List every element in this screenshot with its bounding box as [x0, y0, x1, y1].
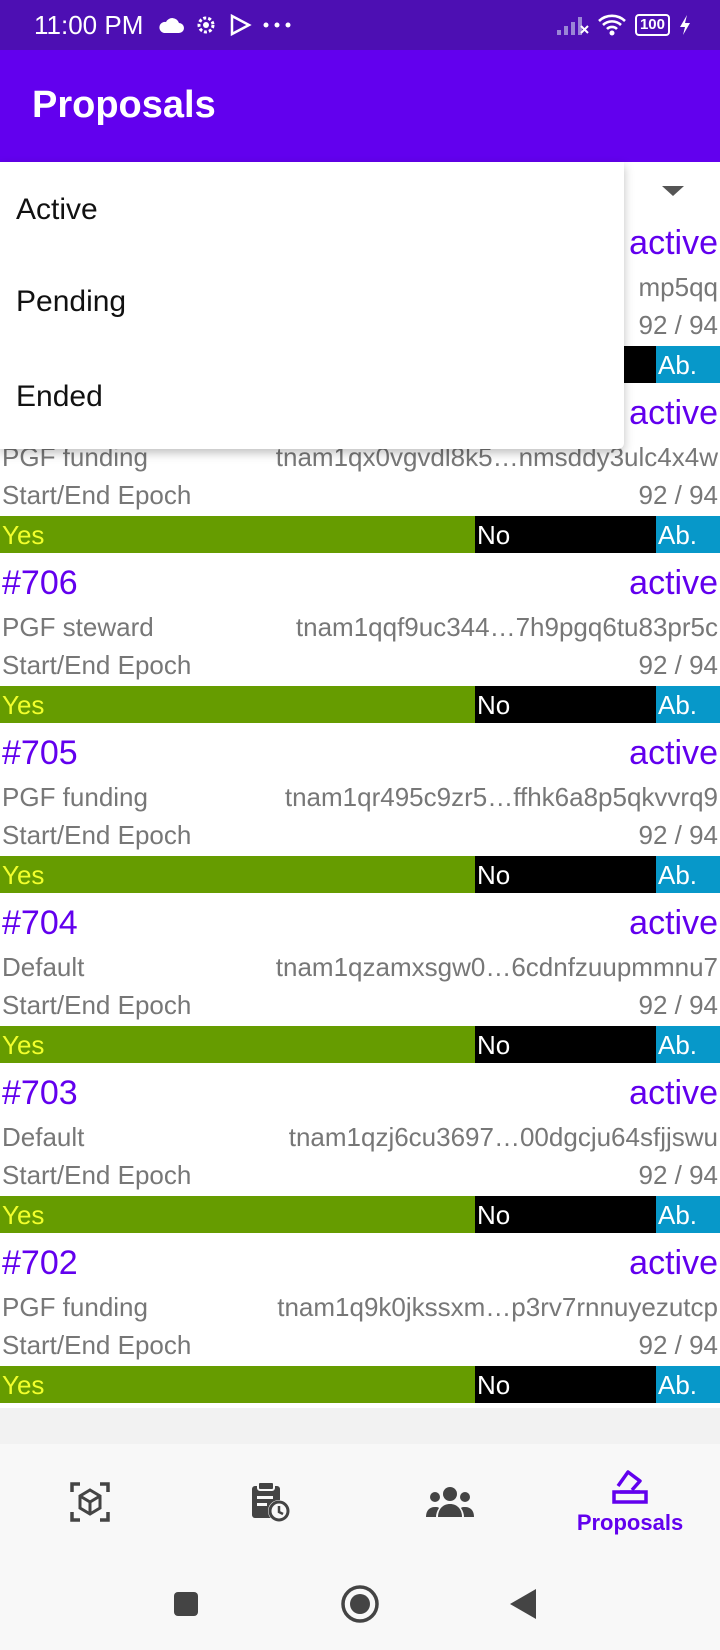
- proposal-id: #702: [2, 1244, 78, 1282]
- nav-item-epochs[interactable]: [180, 1444, 360, 1560]
- proposal-type: Default: [2, 952, 85, 982]
- proposal-status: active: [629, 734, 718, 772]
- menu-item-active[interactable]: Active: [0, 162, 624, 254]
- charging-icon: [680, 15, 690, 35]
- vote-bar: Yes No Ab.: [0, 1366, 720, 1403]
- proposal-author: tnam1qr495c9zr5…ffhk6a8p5qkvvrq9: [284, 782, 718, 812]
- proposal-status: active: [629, 1244, 718, 1282]
- settings-icon: [197, 16, 215, 34]
- epoch-label: Start/End Epoch: [2, 1330, 192, 1360]
- cube-scan-icon: [70, 1482, 110, 1522]
- abstain-segment: Ab.: [656, 346, 720, 383]
- epoch-label: Start/End Epoch: [2, 480, 192, 510]
- proposal-epoch: 92 / 94: [638, 990, 718, 1020]
- abstain-segment: Ab.: [656, 856, 720, 893]
- vote-bar: Yes No Ab.: [0, 1196, 720, 1233]
- no-segment: No: [475, 516, 656, 553]
- abstain-segment: Ab.: [656, 516, 720, 553]
- wifi-icon: [598, 14, 626, 36]
- proposal-card[interactable]: #703 active Default tnam1qzj6cu3697…00dg…: [0, 1068, 720, 1238]
- bottom-nav: Proposals: [0, 1444, 720, 1560]
- abstain-segment: Ab.: [656, 686, 720, 723]
- vote-bar: Yes No Ab.: [0, 686, 720, 723]
- yes-segment: Yes: [0, 1366, 475, 1403]
- proposal-type: PGF funding: [2, 782, 148, 812]
- proposal-id: #703: [2, 1074, 78, 1112]
- proposal-epoch: 92 / 94: [638, 1330, 718, 1360]
- proposal-epoch: 92 / 94: [638, 1160, 718, 1190]
- system-nav-bar: [0, 1560, 720, 1650]
- proposal-status: active: [629, 1074, 718, 1112]
- people-icon: [426, 1487, 474, 1517]
- vote-bar: Yes No Ab.: [0, 516, 720, 553]
- menu-item-ended[interactable]: Ended: [0, 349, 624, 444]
- more-icon: [263, 22, 291, 28]
- back-button[interactable]: [508, 1587, 538, 1621]
- proposal-type: PGF steward: [2, 612, 154, 642]
- battery-icon: 100: [634, 14, 670, 36]
- nav-item-validators[interactable]: [360, 1444, 540, 1560]
- filter-dropdown-menu: Active Pending Ended: [0, 162, 624, 449]
- yes-segment: Yes: [0, 1026, 475, 1063]
- abstain-segment: Ab.: [656, 1026, 720, 1063]
- proposal-card[interactable]: #705 active PGF funding tnam1qr495c9zr5……: [0, 728, 720, 898]
- nav-label-proposals: Proposals: [576, 1510, 684, 1535]
- no-segment: No: [475, 856, 656, 893]
- epoch-label: Start/End Epoch: [2, 820, 192, 850]
- proposal-card[interactable]: #702 active PGF funding tnam1q9k0jkssxm……: [0, 1238, 720, 1408]
- dropdown-arrow-icon[interactable]: [662, 186, 684, 196]
- proposal-id: #704: [2, 904, 78, 942]
- nav-item-blocks[interactable]: [0, 1444, 180, 1560]
- status-bar: 11:00 PM 100: [0, 0, 720, 50]
- nav-item-proposals[interactable]: Proposals: [540, 1444, 720, 1560]
- proposal-epoch: 92 / 94: [638, 820, 718, 850]
- proposal-card[interactable]: #706 active PGF steward tnam1qqf9uc344…7…: [0, 558, 720, 728]
- proposal-type: PGF funding: [2, 1292, 148, 1322]
- proposal-author: tnam1qzj6cu3697…00dgcju64sfjjswu: [288, 1122, 718, 1152]
- yes-segment: Yes: [0, 516, 475, 553]
- proposal-epoch: 92 / 94: [638, 310, 718, 340]
- epoch-label: Start/End Epoch: [2, 990, 192, 1020]
- app-bar: Proposals: [0, 50, 720, 162]
- vote-bar: Yes No Ab.: [0, 1026, 720, 1063]
- ballot-box-icon: [612, 1470, 648, 1504]
- status-time: 11:00 PM: [34, 10, 144, 40]
- proposal-author: mp5qq: [638, 272, 719, 302]
- no-segment: No: [475, 1026, 656, 1063]
- page-title: Proposals: [32, 84, 216, 126]
- menu-item-pending[interactable]: Pending: [0, 254, 624, 349]
- epoch-label: Start/End Epoch: [2, 1160, 192, 1190]
- proposal-status: active: [629, 904, 718, 942]
- abstain-segment: Ab.: [656, 1196, 720, 1233]
- calendar-clock-icon: [252, 1481, 290, 1522]
- no-segment: No: [475, 1366, 656, 1403]
- proposal-author: tnam1q9k0jkssxm…p3rv7rnnuyezutcp: [277, 1292, 718, 1322]
- yes-segment: Yes: [0, 686, 475, 723]
- yes-segment: Yes: [0, 1196, 475, 1233]
- proposal-id: #706: [2, 564, 78, 602]
- proposal-status: active: [629, 564, 718, 602]
- no-segment: No: [475, 686, 656, 723]
- cloud-icon: [159, 18, 184, 33]
- proposal-author: tnam1qqf9uc344…7h9pgq6tu83pr5c: [295, 612, 718, 642]
- proposal-id: #705: [2, 734, 78, 772]
- abstain-segment: Ab.: [656, 1366, 720, 1403]
- no-segment: No: [475, 1196, 656, 1233]
- yes-segment: Yes: [0, 856, 475, 893]
- proposal-author: tnam1qzamxsgw0…6cdnfzuupmmnu7: [275, 952, 718, 982]
- proposal-card[interactable]: #704 active Default tnam1qzamxsgw0…6cdnf…: [0, 898, 720, 1068]
- epoch-label: Start/End Epoch: [2, 650, 192, 680]
- signal-icon: [556, 17, 589, 35]
- proposal-status: active: [629, 224, 718, 262]
- recents-button[interactable]: [172, 1590, 200, 1618]
- proposal-type: Default: [2, 1122, 85, 1152]
- proposal-status: active: [629, 394, 718, 432]
- proposal-epoch: 92 / 94: [638, 480, 718, 510]
- home-button[interactable]: [340, 1584, 380, 1624]
- vote-bar: Yes No Ab.: [0, 856, 720, 893]
- play-icon: [230, 13, 252, 37]
- proposal-epoch: 92 / 94: [638, 650, 718, 680]
